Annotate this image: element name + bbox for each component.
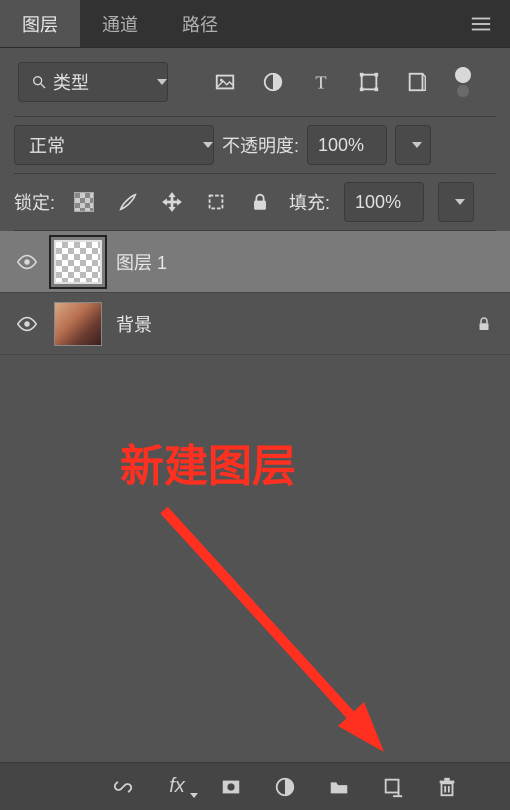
fill-value: 100% [355,192,401,213]
lock-all-icon[interactable] [245,187,275,217]
layer-style-icon[interactable]: fx [164,774,190,800]
chevron-down-icon [455,199,465,205]
fill-input[interactable]: 100% [344,182,424,222]
layer-thumbnail[interactable] [54,302,102,346]
filter-type-icon[interactable]: T [306,67,336,97]
opacity-stepper[interactable] [395,125,431,165]
new-layer-icon[interactable] [380,774,406,800]
annotation-text: 新建图层 [120,430,296,494]
layer-thumbnail[interactable] [54,240,102,284]
filter-kind-select[interactable]: 类型 [18,62,168,102]
layer-mask-icon[interactable] [218,774,244,800]
lock-label: 锁定: [14,189,55,215]
lock-artboard-icon[interactable] [201,187,231,217]
layer-name[interactable]: 图层 1 [116,249,496,275]
group-icon[interactable] [326,774,352,800]
link-layers-icon[interactable] [110,774,136,800]
filter-row: 类型 T [0,48,510,116]
tab-paths[interactable]: 路径 [160,0,240,47]
opacity-label: 不透明度: [222,132,299,158]
lock-pixels-icon[interactable] [113,187,143,217]
lock-transparency-icon[interactable] [69,187,99,217]
fill-stepper[interactable] [438,182,474,222]
lock-row: 锁定: 填充: 100% [0,174,510,230]
filter-smartobject-icon[interactable] [402,67,432,97]
chevron-down-icon [203,142,213,148]
svg-text:T: T [315,72,326,92]
fill-label: 填充: [289,189,330,215]
blend-row: 正常 不透明度: 100% [0,117,510,173]
adjustment-layer-icon[interactable] [272,774,298,800]
blend-mode-value: 正常 [29,132,65,158]
filter-adjustment-icon[interactable] [258,67,288,97]
visibility-toggle[interactable] [14,249,40,275]
filter-pixel-icon[interactable] [210,67,240,97]
lock-indicator-icon [472,315,496,333]
trash-icon[interactable] [434,774,460,800]
bottom-toolbar: fx [0,762,510,810]
opacity-value: 100% [318,135,364,156]
annotation-arrow [154,500,404,760]
filter-shape-icon[interactable] [354,67,384,97]
panel-menu-icon[interactable] [452,0,510,47]
opacity-input[interactable]: 100% [307,125,387,165]
layer-row[interactable]: 背景 [0,293,510,355]
search-icon [31,74,47,90]
lock-position-icon[interactable] [157,187,187,217]
layer-list: 图层 1 背景 [0,231,510,355]
chevron-down-icon [412,142,422,148]
layer-row[interactable]: 图层 1 [0,231,510,293]
tab-channels[interactable]: 通道 [80,0,160,47]
filter-toggle[interactable] [450,62,476,102]
tab-layers[interactable]: 图层 [0,0,80,47]
layer-name[interactable]: 背景 [116,311,458,337]
panel-tabs: 图层 通道 路径 [0,0,510,48]
blend-mode-select[interactable]: 正常 [14,125,214,165]
filter-kind-label: 类型 [53,69,89,95]
visibility-toggle[interactable] [14,311,40,337]
chevron-down-icon [157,79,167,85]
